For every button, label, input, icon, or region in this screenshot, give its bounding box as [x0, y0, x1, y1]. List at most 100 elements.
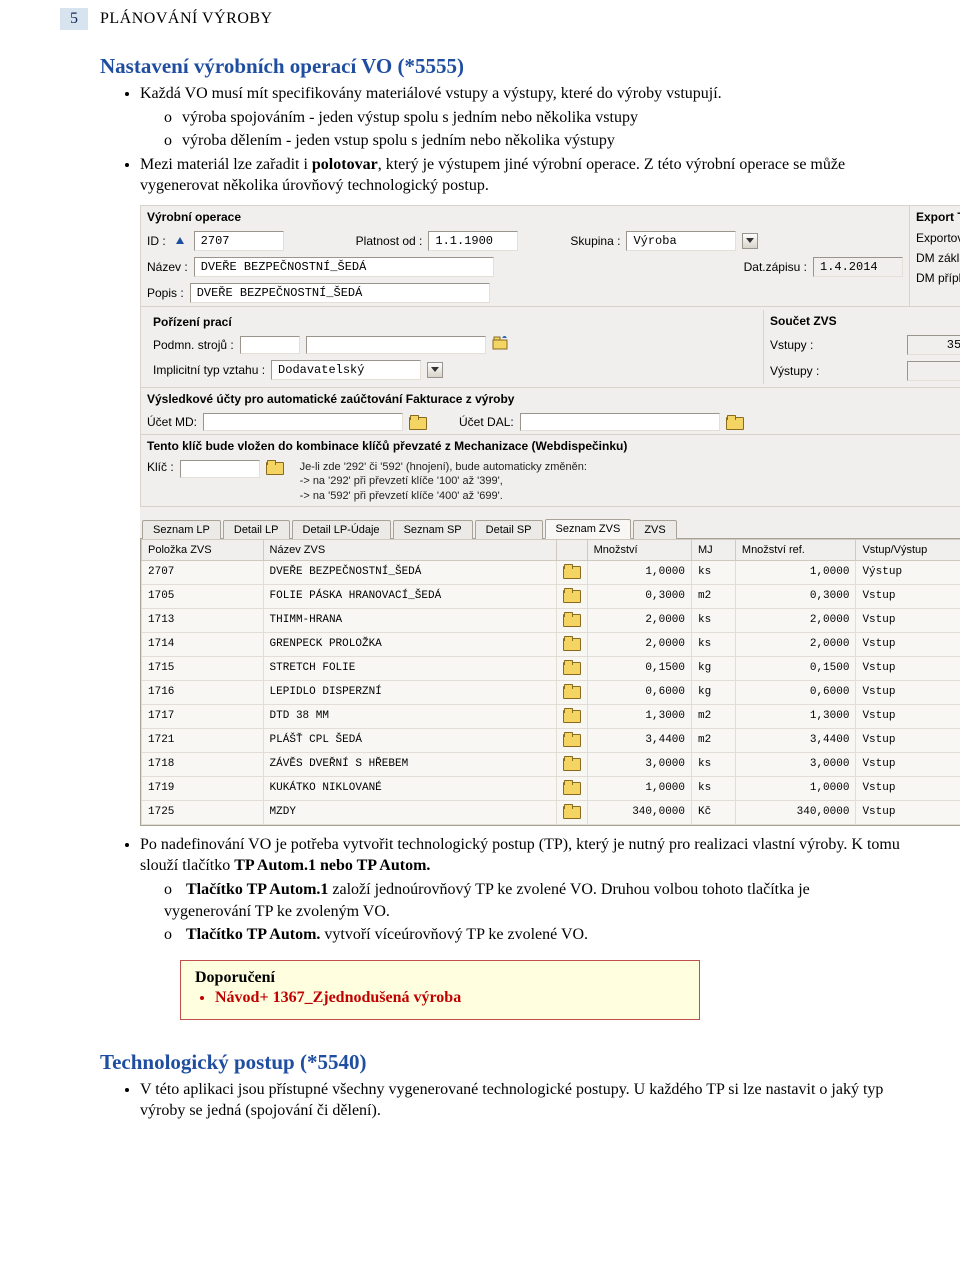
- open-folder-icon[interactable]: [556, 584, 587, 608]
- open-folder-icon[interactable]: [556, 800, 587, 824]
- tab-seznam-sp[interactable]: Seznam SP: [393, 520, 473, 539]
- field-ucet-md[interactable]: [203, 413, 403, 431]
- table-header[interactable]: Název ZVS: [263, 539, 556, 560]
- field-platnost[interactable]: 1.1.1900: [428, 231, 518, 251]
- table-cell: FOLIE PÁSKA HRANOVACÍ_ŠEDÁ: [263, 584, 556, 608]
- field-klic[interactable]: [180, 460, 260, 478]
- table-cell: 2707: [142, 560, 264, 584]
- open-folder-icon[interactable]: [556, 656, 587, 680]
- table-row[interactable]: 1714GRENPECK PROLOŽKA2,0000ks2,0000Vstup: [142, 632, 960, 656]
- field-podmn-stroju-2[interactable]: [306, 336, 486, 354]
- table-cell: GRENPECK PROLOŽKA: [263, 632, 556, 656]
- open-folder-icon[interactable]: [556, 704, 587, 728]
- table-header[interactable]: MJ: [692, 539, 736, 560]
- open-folder-icon[interactable]: [556, 752, 587, 776]
- table-cell: Vstup: [856, 608, 960, 632]
- table-cell: 1,0000: [735, 776, 856, 800]
- table-cell: 0,3000: [587, 584, 691, 608]
- arrow-up-icon[interactable]: [176, 237, 184, 244]
- label-popis: Popis :: [147, 286, 184, 300]
- open-folder-icon[interactable]: [556, 776, 587, 800]
- table-row[interactable]: 1717DTD 38 MM1,3000m21,3000Vstup: [142, 704, 960, 728]
- table-cell: kg: [692, 656, 736, 680]
- table-cell: Kč: [692, 800, 736, 824]
- table-cell: 1716: [142, 680, 264, 704]
- table-cell: DVEŘE BEZPEČNOSTNÍ_ŠEDÁ: [263, 560, 556, 584]
- table-cell: 1719: [142, 776, 264, 800]
- open-folder-icon[interactable]: [266, 460, 284, 474]
- label-vstupy: Vstupy :: [770, 338, 813, 352]
- table-row[interactable]: 1713THIMM-HRANA2,0000ks2,0000Vstup: [142, 608, 960, 632]
- table-row[interactable]: 1718ZÁVĚS DVEŘNÍ S HŘEBEM3,0000ks3,0000V…: [142, 752, 960, 776]
- bullet-tp-definition: Po nadefinování VO je potřeba vytvořit t…: [140, 834, 900, 946]
- dropdown-implicitni[interactable]: [427, 362, 443, 378]
- field-implicitni-vztah[interactable]: Dodavatelský: [271, 360, 421, 380]
- tab-detail-lp[interactable]: Detail LP: [223, 520, 290, 539]
- open-folder-icon[interactable]: [409, 415, 427, 429]
- table-cell: 1721: [142, 728, 264, 752]
- table-cell: 1725: [142, 800, 264, 824]
- table-cell: ks: [692, 560, 736, 584]
- table-cell: ks: [692, 608, 736, 632]
- table-header[interactable]: Množství ref.: [735, 539, 856, 560]
- table-cell: Vstup: [856, 656, 960, 680]
- open-folder-icon[interactable]: [492, 336, 510, 353]
- table-cell: Vstup: [856, 800, 960, 824]
- field-podmn-stroju-1[interactable]: [240, 336, 300, 354]
- table-cell: ZÁVĚS DVEŘNÍ S HŘEBEM: [263, 752, 556, 776]
- table-row[interactable]: 2707DVEŘE BEZPEČNOSTNÍ_ŠEDÁ1,0000ks1,000…: [142, 560, 960, 584]
- field-nazev[interactable]: DVEŘE BEZPEČNOSTNÍ_ŠEDÁ: [194, 257, 494, 277]
- table-cell: 3,4400: [587, 728, 691, 752]
- group-porizeni: Pořízení prací: [147, 311, 757, 333]
- table-row[interactable]: 1705FOLIE PÁSKA HRANOVACÍ_ŠEDÁ0,3000m20,…: [142, 584, 960, 608]
- table-row[interactable]: 1725MZDY340,0000Kč340,0000Vstup: [142, 800, 960, 824]
- subbullet-tp-autom1: Tlačítko TP Autom.1 založí jednoúrovňový…: [164, 879, 900, 922]
- tab-seznam-zvs[interactable]: Seznam ZVS: [545, 519, 632, 539]
- tab-detail-sp[interactable]: Detail SP: [475, 520, 543, 539]
- open-folder-icon[interactable]: [556, 608, 587, 632]
- table-cell: 1717: [142, 704, 264, 728]
- table-header[interactable]: [556, 539, 587, 560]
- field-id[interactable]: 2707: [194, 231, 284, 251]
- table-row[interactable]: 1719KUKÁTKO NIKLOVANÉ1,0000ks1,0000Vstup: [142, 776, 960, 800]
- table-cell: 3,4400: [735, 728, 856, 752]
- label-podmn-stroju: Podmn. strojů :: [153, 338, 234, 352]
- open-folder-icon[interactable]: [726, 415, 744, 429]
- table-cell: 1,3000: [735, 704, 856, 728]
- table-header[interactable]: Množství: [587, 539, 691, 560]
- section-heading-vo: Nastavení výrobních operací VO (*5555): [100, 54, 900, 79]
- table-row[interactable]: 1715STRETCH FOLIE0,1500kg0,1500Vstup: [142, 656, 960, 680]
- table-row[interactable]: 1716LEPIDLO DISPERZNÍ0,6000kg0,6000Vstup: [142, 680, 960, 704]
- table-header[interactable]: Položka ZVS: [142, 539, 264, 560]
- tab-detail-lp-daje[interactable]: Detail LP-Údaje: [292, 520, 391, 539]
- tab-zvs[interactable]: ZVS: [633, 520, 676, 539]
- bullet-vo-definition: Každá VO musí mít specifikovány materiál…: [140, 83, 900, 152]
- table-header[interactable]: Vstup/Výstup: [856, 539, 960, 560]
- table-row[interactable]: 1721PLÁŠŤ CPL ŠEDÁ3,4400m23,4400Vstup: [142, 728, 960, 752]
- table-cell: Vstup: [856, 632, 960, 656]
- open-folder-icon[interactable]: [556, 560, 587, 584]
- page-number: 5: [60, 8, 88, 30]
- label-datzapis: Dat.zápisu :: [744, 260, 807, 274]
- table-cell: 1713: [142, 608, 264, 632]
- table-cell: DTD 38 MM: [263, 704, 556, 728]
- zvs-table: Položka ZVSNázev ZVS MnožstvíMJMnožství r…: [141, 539, 960, 825]
- table-cell: 1705: [142, 584, 264, 608]
- label-ucet-md: Účet MD:: [147, 415, 197, 429]
- table-cell: LEPIDLO DISPERZNÍ: [263, 680, 556, 704]
- label-exportovat: Exportovat :: [916, 231, 960, 245]
- label-implicitni-vztah: Implicitní typ vztahu :: [153, 363, 265, 377]
- field-popis[interactable]: DVEŘE BEZPEČNOSTNÍ_ŠEDÁ: [190, 283, 490, 303]
- open-folder-icon[interactable]: [556, 680, 587, 704]
- dropdown-skupina[interactable]: [742, 233, 758, 249]
- tab-seznam-lp[interactable]: Seznam LP: [142, 520, 221, 539]
- field-ucet-dal[interactable]: [520, 413, 720, 431]
- field-skupina[interactable]: Výroba: [626, 231, 736, 251]
- subbullet-delenim: výroba dělením - jeden vstup spolu s jed…: [164, 130, 900, 152]
- table-cell: 0,6000: [587, 680, 691, 704]
- label-platnost: Platnost od :: [356, 234, 423, 248]
- label-ucet-dal: Účet DAL:: [459, 415, 514, 429]
- open-folder-icon[interactable]: [556, 728, 587, 752]
- open-folder-icon[interactable]: [556, 632, 587, 656]
- table-cell: m2: [692, 584, 736, 608]
